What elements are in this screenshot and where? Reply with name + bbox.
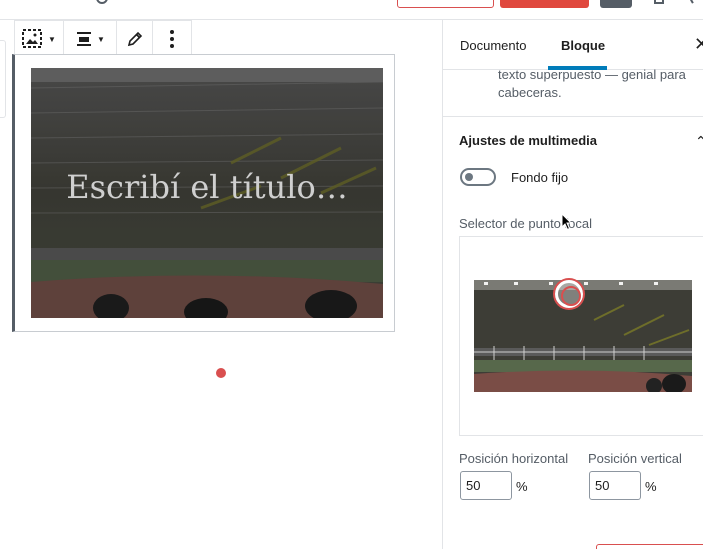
adjacent-block-edge	[0, 40, 6, 118]
cover-block[interactable]: Escribí el título…	[12, 54, 395, 380]
block-description: texto superpuesto — genial para cabecera…	[498, 67, 686, 100]
vertical-position-input[interactable]	[589, 471, 641, 500]
chevron-down-icon: ▼	[48, 34, 56, 44]
more-tools-icon[interactable]	[654, 0, 664, 4]
tab-documento[interactable]: Documento	[460, 38, 526, 53]
fixed-background-label: Fondo fijo	[511, 170, 569, 185]
vertical-position-label: Posición vertical	[588, 451, 682, 466]
toggle-knob	[465, 173, 473, 181]
more-vertical-icon	[170, 30, 174, 48]
settings-toggle-button[interactable]	[600, 0, 632, 8]
horizontal-position-input[interactable]	[460, 471, 512, 500]
vertical-unit: %	[645, 479, 657, 494]
align-button[interactable]: ▼	[64, 21, 117, 57]
header-icon[interactable]	[96, 0, 108, 4]
preview-button[interactable]	[397, 0, 494, 8]
more-options-button[interactable]	[153, 21, 191, 57]
publish-button[interactable]	[500, 0, 589, 8]
panel-divider	[443, 116, 703, 117]
replace-media-button[interactable]: ▼	[15, 21, 64, 57]
close-icon[interactable]: ✕	[694, 35, 703, 53]
resize-handle[interactable]	[214, 366, 228, 380]
header-extra-icon[interactable]	[689, 0, 699, 4]
remove-image-button[interactable]	[596, 544, 703, 549]
focal-point-image[interactable]	[474, 280, 692, 392]
chevron-up-icon[interactable]: ⌃	[695, 133, 703, 150]
cover-title[interactable]: Escribí el título…	[31, 155, 383, 219]
media-settings-title[interactable]: Ajustes de multimedia	[459, 133, 597, 148]
chevron-down-icon: ▼	[97, 34, 105, 44]
tab-bloque[interactable]: Bloque	[561, 38, 605, 53]
pencil-icon	[127, 31, 142, 47]
focal-point-picker	[459, 236, 703, 436]
stadium-thumbnail	[474, 280, 692, 392]
edit-button[interactable]	[117, 21, 153, 57]
horizontal-position-label: Posición horizontal	[459, 451, 569, 466]
sidebar-tabs: Documento Bloque ✕	[443, 20, 703, 70]
editor-header	[0, 0, 703, 20]
settings-sidebar: Documento Bloque ✕ texto superpuesto — g…	[442, 20, 703, 549]
focal-point-handle[interactable]	[555, 280, 583, 308]
image-icon	[22, 29, 43, 48]
block-toolbar: ▼ ▼	[14, 20, 192, 58]
fixed-background-toggle[interactable]	[460, 168, 496, 186]
horizontal-unit: %	[516, 479, 528, 494]
align-center-icon	[77, 32, 92, 46]
mouse-cursor-icon	[561, 213, 573, 231]
